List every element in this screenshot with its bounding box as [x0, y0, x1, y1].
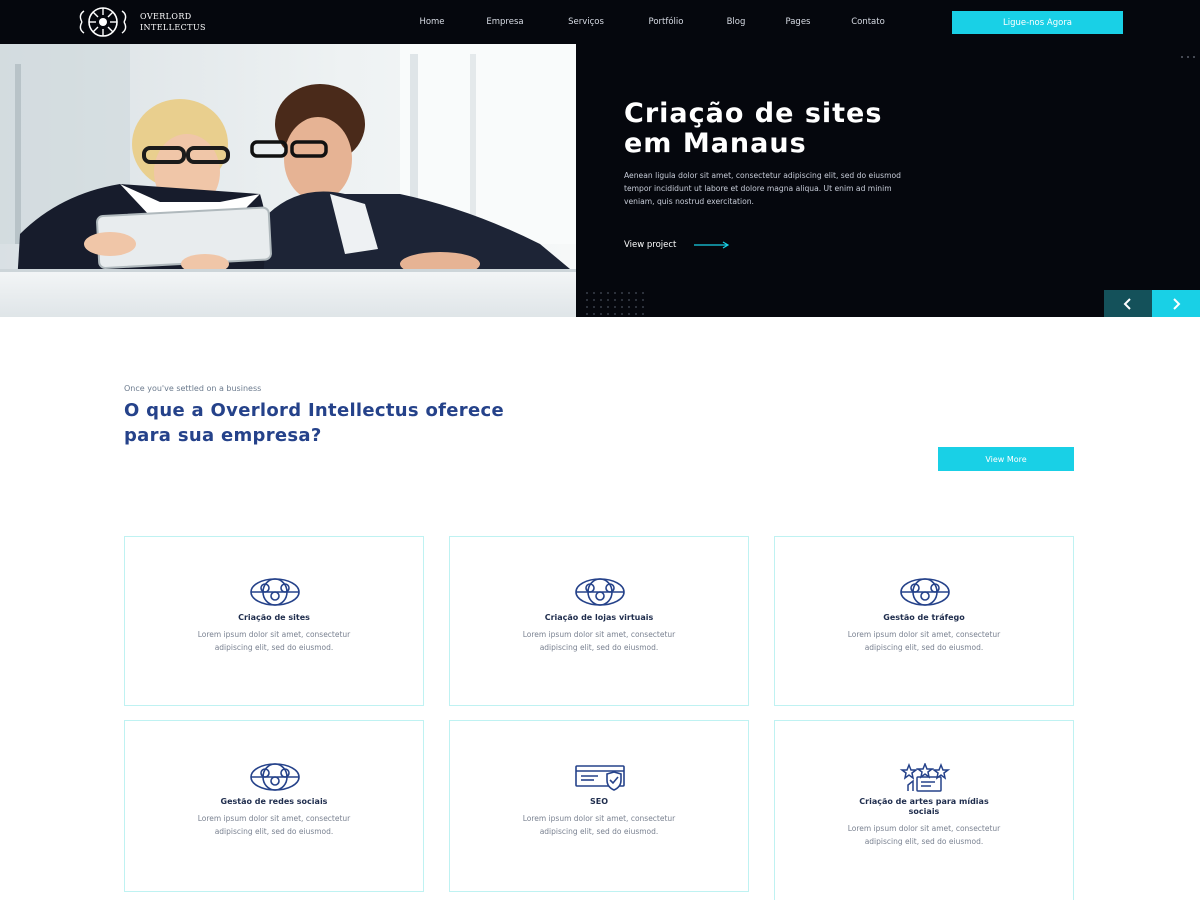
- hero-title-line1: Criação de sites: [624, 98, 883, 129]
- seo-shield-icon: [575, 765, 625, 791]
- nav-blog[interactable]: Blog: [723, 17, 749, 27]
- main-nav: Home Empresa Serviços Portfólio Blog Pag…: [416, 0, 890, 44]
- card-description: Lorem ipsum dolor sit amet, consectetur …: [197, 814, 351, 837]
- globe-team-icon: [575, 578, 625, 606]
- brand-name-line1: OVERLORD: [140, 12, 192, 21]
- services-eyebrow: Once you've settled on a business: [124, 384, 262, 393]
- slider-prev-button[interactable]: [1104, 290, 1152, 317]
- nav-pages[interactable]: Pages: [783, 17, 813, 27]
- nav-portfolio[interactable]: Portfólio: [642, 17, 690, 27]
- chevron-left-icon: [1123, 297, 1131, 310]
- arrow-right-icon: [694, 241, 730, 249]
- services-title: O que a Overlord Intellectus oferece par…: [124, 400, 504, 446]
- card-description: Lorem ipsum dolor sit amet, consectetur …: [522, 630, 676, 653]
- hero-content-panel: Criação de sites em Manaus Aenean ligula…: [576, 44, 1200, 317]
- nav-home[interactable]: Home: [416, 17, 448, 27]
- service-card[interactable]: SEO Lorem ipsum dolor sit amet, consecte…: [449, 720, 749, 892]
- service-card[interactable]: Gestão de redes sociais Lorem ipsum dolo…: [124, 720, 424, 892]
- card-description: Lorem ipsum dolor sit amet, consectetur …: [197, 630, 351, 653]
- card-title: Criação de artes para mídias sociais: [859, 797, 989, 816]
- service-card[interactable]: Criação de lojas virtuais Lorem ipsum do…: [449, 536, 749, 706]
- hero-title-line2: em Manaus: [624, 128, 807, 159]
- nav-empresa[interactable]: Empresa: [481, 17, 529, 27]
- hero-description: Aenean ligula dolor sit amet, consectetu…: [624, 171, 901, 207]
- globe-team-icon: [250, 578, 300, 606]
- globe-team-icon: [900, 578, 950, 606]
- card-description: Lorem ipsum dolor sit amet, consectetur …: [847, 824, 1001, 847]
- card-title: SEO: [589, 797, 609, 806]
- hero-title: Criação de sites em Manaus: [624, 99, 1044, 159]
- brand-logo[interactable]: OVERLORD INTELLECTUS: [74, 5, 206, 39]
- slider-next-button[interactable]: [1152, 290, 1200, 317]
- globe-team-icon: [250, 763, 300, 791]
- service-card[interactable]: Criação de sites Lorem ipsum dolor sit a…: [124, 536, 424, 706]
- card-description: Lorem ipsum dolor sit amet, consectetur …: [847, 630, 1001, 653]
- service-card[interactable]: Criação de artes para mídias sociais Lor…: [774, 720, 1074, 900]
- brand-name: OVERLORD INTELLECTUS: [140, 11, 206, 33]
- card-title: Criação de lojas virtuais: [544, 613, 654, 622]
- service-card[interactable]: Gestão de tráfego Lorem ipsum dolor sit …: [774, 536, 1074, 706]
- corner-dots-icon: [1181, 56, 1195, 58]
- dots-pattern-icon: [586, 292, 644, 315]
- view-project-link[interactable]: View project: [624, 240, 730, 250]
- card-title: Gestão de redes sociais: [220, 797, 328, 806]
- nav-contato[interactable]: Contato: [846, 17, 890, 27]
- view-project-label: View project: [624, 240, 677, 250]
- view-more-button[interactable]: View More: [938, 447, 1074, 471]
- card-title: Gestão de tráfego: [883, 613, 965, 622]
- logo-emblem-icon: [79, 7, 127, 37]
- chevron-right-icon: [1173, 297, 1181, 310]
- call-now-button[interactable]: Ligue-nos Agora: [952, 11, 1123, 34]
- nav-servicos[interactable]: Serviços: [562, 17, 610, 27]
- office-people-illustration: [0, 44, 576, 317]
- top-navbar: OVERLORD INTELLECTUS Home Empresa Serviç…: [0, 0, 1200, 44]
- card-title: Criação de sites: [238, 613, 310, 622]
- star-rating-icon: [899, 763, 951, 792]
- card-description: Lorem ipsum dolor sit amet, consectetur …: [522, 814, 676, 837]
- hero-photo: [0, 44, 576, 317]
- hero-slider: Criação de sites em Manaus Aenean ligula…: [0, 44, 1200, 317]
- brand-name-line2: INTELLECTUS: [140, 23, 206, 32]
